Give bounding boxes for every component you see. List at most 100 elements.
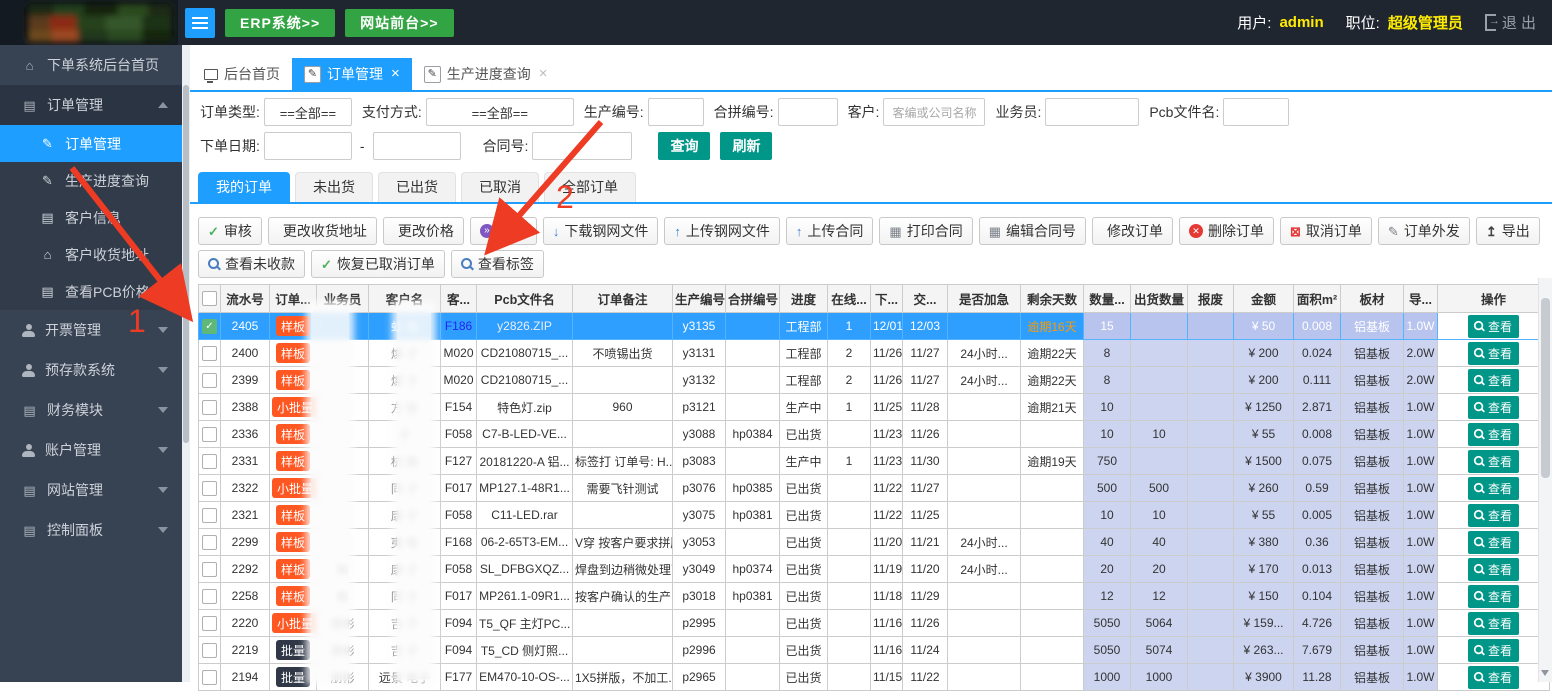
view-button[interactable]: 查看: [1468, 531, 1519, 554]
cell-code[interactable]: F017: [441, 583, 477, 610]
toolbar-button-返单[interactable]: »返单: [470, 217, 537, 245]
subtab-已取消[interactable]: 已取消: [461, 172, 539, 202]
cell-pcb[interactable]: SL_DFBGXQZ...: [477, 556, 573, 583]
filter-select-0[interactable]: [264, 98, 352, 126]
view-button[interactable]: 查看: [1468, 612, 1519, 635]
cell-pcb[interactable]: CD21080715_...: [477, 367, 573, 394]
scroll-down-icon[interactable]: [1541, 670, 1549, 676]
cell-code[interactable]: F094: [441, 637, 477, 664]
top-nav-button-2[interactable]: 网站前台>>: [345, 9, 453, 37]
cell-pcb[interactable]: 06-2-65T3-EM...: [477, 529, 573, 556]
view-button[interactable]: 查看: [1468, 396, 1519, 419]
view-button[interactable]: 查看: [1468, 315, 1519, 338]
view-button[interactable]: 查看: [1468, 585, 1519, 608]
subtab-我的订单[interactable]: 我的订单: [198, 172, 290, 202]
view-button[interactable]: 查看: [1468, 342, 1519, 365]
filter-input-6[interactable]: [1223, 98, 1289, 126]
cell-pcb[interactable]: C11-LED.rar: [477, 502, 573, 529]
cell-code[interactable]: F127: [441, 448, 477, 475]
close-icon[interactable]: ×: [391, 58, 400, 90]
close-icon[interactable]: ×: [539, 58, 548, 90]
sidebar-item-客户收货地址[interactable]: ⌂客户收货地址: [0, 236, 182, 273]
row-checkbox[interactable]: ✓: [202, 319, 217, 334]
filter-input-4[interactable]: [883, 98, 985, 126]
cell-pcb[interactable]: MP261.1-09R1...: [477, 583, 573, 610]
row-checkbox[interactable]: [202, 589, 217, 604]
toolbar-button-上传合同[interactable]: ↑上传合同: [786, 217, 874, 245]
row-checkbox[interactable]: [202, 427, 217, 442]
view-button[interactable]: 查看: [1468, 558, 1519, 581]
table-scrollbar-thumb[interactable]: [1541, 298, 1550, 478]
cell-pcb[interactable]: 特色灯.zip: [477, 394, 573, 421]
row-checkbox[interactable]: [202, 562, 217, 577]
cell-code[interactable]: M020: [441, 367, 477, 394]
cell-pcb[interactable]: EM470-10-OS-...: [477, 664, 573, 691]
order-date-end-input[interactable]: [373, 132, 461, 160]
sidebar-item-账户管理[interactable]: 账户管理: [0, 430, 182, 470]
cell-pcb[interactable]: y2826.ZIP: [477, 313, 573, 340]
subtab-未出货[interactable]: 未出货: [295, 172, 373, 202]
cell-code[interactable]: F177: [441, 664, 477, 691]
cell-code[interactable]: F154: [441, 394, 477, 421]
toolbar-button-修改订单[interactable]: 修改订单: [1092, 217, 1173, 245]
subtab-全部订单[interactable]: 全部订单: [544, 172, 636, 202]
search-button[interactable]: 查询: [658, 132, 710, 160]
contract-no-input[interactable]: [532, 132, 632, 160]
cell-pcb[interactable]: 20181220-A 铝...: [477, 448, 573, 475]
sidebar-item-财务模块[interactable]: ▤财务模块: [0, 390, 182, 430]
cell-pcb[interactable]: T5_QF 主灯PC...: [477, 610, 573, 637]
view-button[interactable]: 查看: [1468, 666, 1519, 689]
tab-后台首页[interactable]: 后台首页: [192, 58, 292, 90]
sidebar-item-生产进度查询[interactable]: ✎生产进度查询: [0, 162, 182, 199]
view-button[interactable]: 查看: [1468, 369, 1519, 392]
sidebar-item-订单管理[interactable]: ✎订单管理: [0, 125, 182, 162]
sidebar-item-客户信息[interactable]: ▤客户信息: [0, 199, 182, 236]
row-checkbox[interactable]: [202, 346, 217, 361]
filter-input-3[interactable]: [778, 98, 838, 126]
view-button[interactable]: 查看: [1468, 639, 1519, 662]
sidebar-item-网站管理[interactable]: ▤网站管理: [0, 470, 182, 510]
toolbar-button-订单外发[interactable]: ✎订单外发: [1378, 217, 1470, 245]
row-checkbox[interactable]: [202, 643, 217, 658]
cell-pcb[interactable]: CD21080715_...: [477, 340, 573, 367]
cell-code[interactable]: F058: [441, 421, 477, 448]
cell-pcb[interactable]: T5_CD 侧灯照...: [477, 637, 573, 664]
view-button[interactable]: 查看: [1468, 477, 1519, 500]
view-button[interactable]: 查看: [1468, 504, 1519, 527]
logout-button[interactable]: 退 出: [1485, 12, 1536, 33]
sidebar-item-查看PCB价格[interactable]: ▤查看PCB价格: [0, 273, 182, 310]
toolbar-button-导出[interactable]: ↥导出: [1476, 217, 1540, 245]
toolbar-button-上传钢网文件[interactable]: ↑上传钢网文件: [664, 217, 780, 245]
cell-pcb[interactable]: MP127.1-48R1...: [477, 475, 573, 502]
sidebar-item-订单管理[interactable]: ▤订单管理: [0, 85, 182, 125]
cell-code[interactable]: F058: [441, 556, 477, 583]
toolbar-button-更改价格[interactable]: 更改价格: [383, 217, 464, 245]
filter-input-2[interactable]: [648, 98, 704, 126]
hamburger-menu-button[interactable]: [185, 8, 215, 38]
row-checkbox[interactable]: [202, 535, 217, 550]
order-date-start-input[interactable]: [264, 132, 352, 160]
sidebar-item-预存款系统[interactable]: 预存款系统: [0, 350, 182, 390]
cell-pcb[interactable]: C7-B-LED-VE...: [477, 421, 573, 448]
top-nav-button-1[interactable]: ERP系统>>: [225, 9, 335, 37]
row-checkbox[interactable]: [202, 373, 217, 388]
filter-input-5[interactable]: [1045, 98, 1139, 126]
toolbar-button-下载钢网文件[interactable]: ↓下载钢网文件: [543, 217, 659, 245]
row-checkbox[interactable]: [202, 508, 217, 523]
row-checkbox[interactable]: [202, 400, 217, 415]
tab-订单管理[interactable]: ✎订单管理×: [292, 58, 412, 90]
sidebar-scrollbar-thumb[interactable]: [183, 85, 189, 443]
filter-select-1[interactable]: [426, 98, 574, 126]
sidebar-item-控制面板[interactable]: ▤控制面板: [0, 510, 182, 550]
toolbar-button-审核[interactable]: ✓审核: [198, 217, 262, 245]
view-button[interactable]: 查看: [1468, 423, 1519, 446]
row-checkbox[interactable]: [202, 481, 217, 496]
row-checkbox[interactable]: [202, 616, 217, 631]
toolbar-button-打印合同[interactable]: ▦打印合同: [879, 217, 972, 245]
cell-code[interactable]: F186: [441, 313, 477, 340]
row-checkbox[interactable]: [202, 670, 217, 685]
row-checkbox[interactable]: [202, 454, 217, 469]
toolbar-button-更改收货地址[interactable]: 更改收货地址: [268, 217, 377, 245]
cell-code[interactable]: M020: [441, 340, 477, 367]
toolbar-button-删除订单[interactable]: ✕删除订单: [1179, 217, 1274, 245]
